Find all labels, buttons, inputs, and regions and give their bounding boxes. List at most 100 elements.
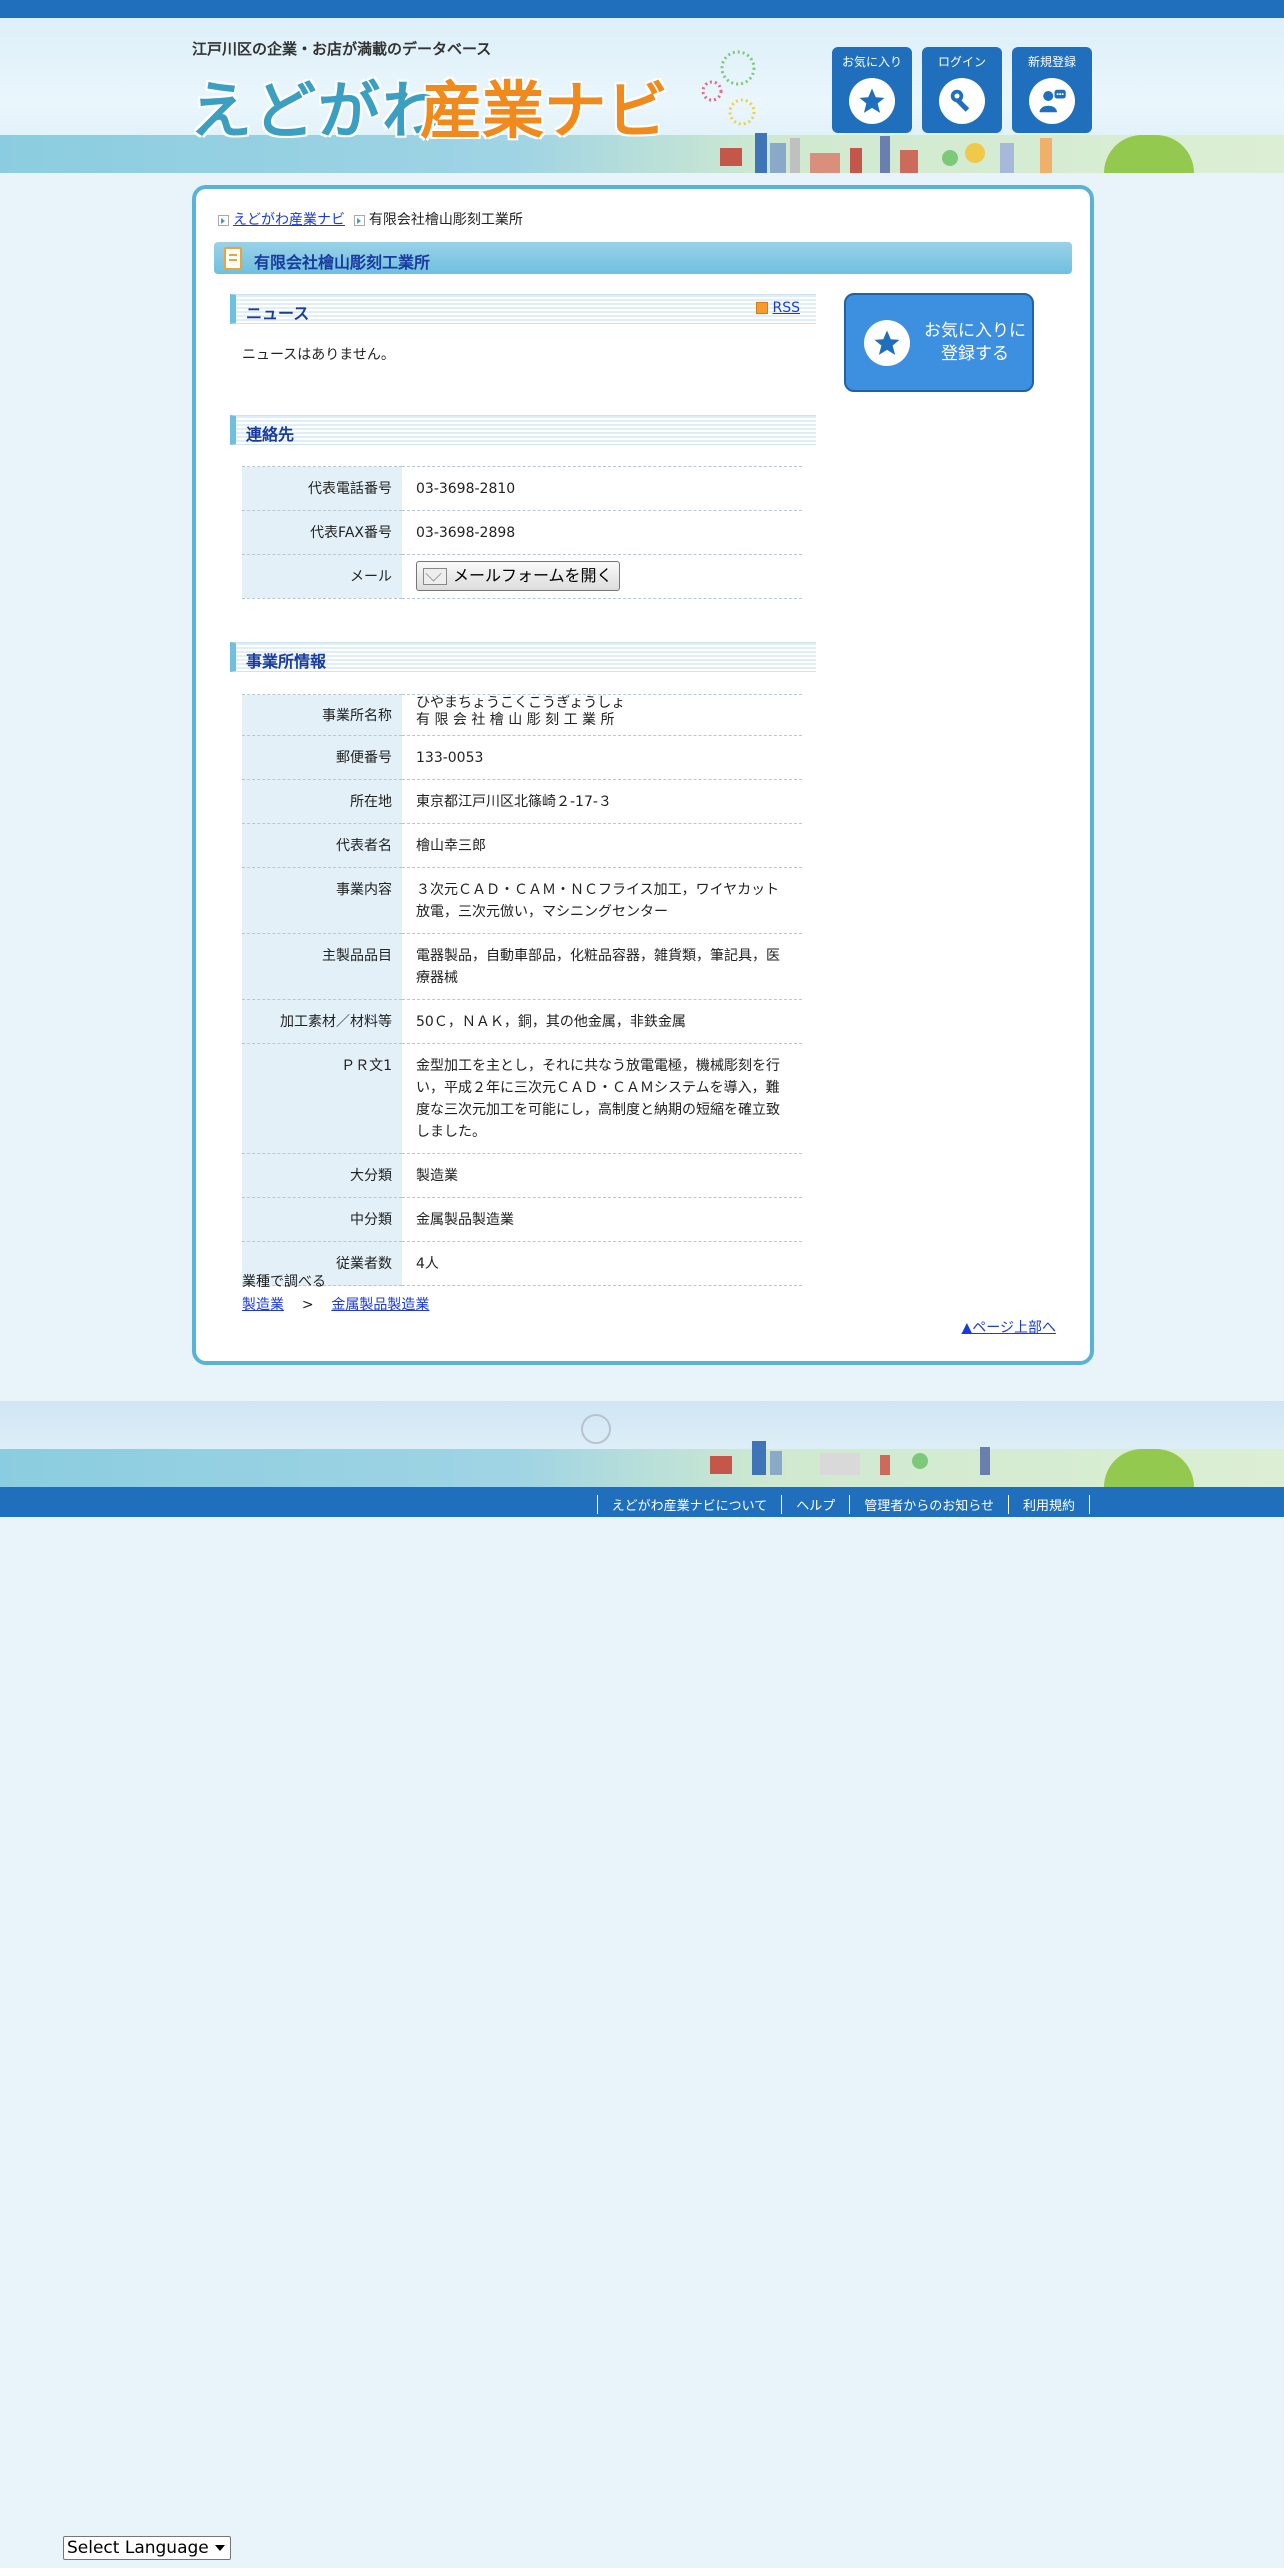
mail-cell: メールフォームを開く <box>402 554 802 599</box>
footer-link-terms[interactable]: 利用規約 <box>1007 1495 1090 1514</box>
breadcrumb-arrow-icon <box>353 214 365 226</box>
document-icon <box>224 247 242 270</box>
table-row: 代表FAX番号 03-3698-2898 <box>242 510 802 555</box>
table-row: 所在地 東京都江戸川区北篠崎２-17-３ <box>242 779 802 824</box>
footer-bar: えどがわ産業ナビについて ヘルプ 管理者からのお知らせ 利用規約 <box>0 1487 1284 1517</box>
table-row: メール メールフォームを開く <box>242 554 802 599</box>
industry-path: 製造業 > 金属製品製造業 <box>242 1294 429 1317</box>
table-row: 事業所名称 ひやまちょうこくこうぎょうしょ 有 限 会 社 檜 山 彫 刻 工 … <box>242 694 802 736</box>
row-label: 事業所名称 <box>242 694 402 736</box>
table-row: 代表電話番号 03-3698-2810 <box>242 466 802 511</box>
breadcrumb-arrow-icon <box>218 214 229 226</box>
office-heading: 事業所情報 <box>246 652 327 671</box>
table-row: 代表者名 檜山幸三郎 <box>242 823 802 868</box>
add-favorite-button[interactable]: お気に入りに 登録する <box>844 293 1034 392</box>
row-label: メール <box>242 554 402 599</box>
favorites-button[interactable]: お気に入り <box>832 47 912 133</box>
user-add-icon <box>1029 78 1075 124</box>
row-value: 檜山幸三郎 <box>402 823 802 868</box>
row-value: 東京都江戸川区北篠崎２-17-３ <box>402 779 802 824</box>
language-select-value: Select Language <box>67 2538 209 2558</box>
table-row: 中分類 金属製品製造業 <box>242 1197 802 1242</box>
breadcrumb: えどがわ産業ナビ 有限会社檜山彫刻工業所 <box>218 209 523 229</box>
row-value: 50Ｃ，ＮＡＫ，銅，其の他金属，非鉄金属 <box>402 999 802 1044</box>
footer-links: えどがわ産業ナビについて ヘルプ 管理者からのお知らせ 利用規約 <box>596 1495 1090 1514</box>
row-label: 郵便番号 <box>242 735 402 780</box>
row-label: 所在地 <box>242 779 402 824</box>
row-value: ３次元ＣＡＤ・ＣＡＭ・ＮＣフライス加工，ワイヤカット放電，三次元倣い，マシニング… <box>402 867 802 934</box>
row-value: 金属製品製造業 <box>402 1197 802 1242</box>
row-label: 中分類 <box>242 1197 402 1242</box>
row-label: 主製品品目 <box>242 933 402 1000</box>
footer-cityscape-illustration <box>581 1414 990 1475</box>
row-label: ＰＲ文1 <box>242 1043 402 1154</box>
key-icon <box>939 78 985 124</box>
table-row: 加工素材／材料等 50Ｃ，ＮＡＫ，銅，其の他金属，非鉄金属 <box>242 999 802 1044</box>
table-row: 事業内容 ３次元ＣＡＤ・ＣＡＭ・ＮＣフライス加工，ワイヤカット放電，三次元倣い，… <box>242 867 802 934</box>
rss-link[interactable]: RSS <box>772 300 800 316</box>
logo-kanji: 産業ナビ <box>420 74 669 147</box>
contact-section-heading: 連絡先 <box>230 415 816 445</box>
row-label: 加工素材／材料等 <box>242 999 402 1044</box>
login-button-label: ログイン <box>937 55 986 69</box>
industry-search-label: 業種で調べる <box>242 1274 326 1290</box>
main-content-panel: えどがわ産業ナビ 有限会社檜山彫刻工業所 有限会社檜山彫刻工業所 ニュース RS… <box>192 185 1094 1365</box>
row-label: 大分類 <box>242 1153 402 1198</box>
logo-hiragana: えどがわ <box>190 74 447 147</box>
footer-link-about[interactable]: えどがわ産業ナビについて <box>596 1495 782 1514</box>
star-icon <box>864 320 910 366</box>
contact-table: 代表電話番号 03-3698-2810 代表FAX番号 03-3698-2898… <box>242 466 802 599</box>
open-mail-form-button[interactable]: メールフォームを開く <box>416 561 620 591</box>
chevron-down-icon <box>215 2545 225 2551</box>
phone-value: 03-3698-2810 <box>402 466 802 511</box>
language-select[interactable]: Select Language <box>63 2536 231 2560</box>
news-empty-text: ニュースはありません。 <box>242 347 395 363</box>
row-value: 電器製品，自動車部品，化粧品容器，雑貨類，筆記具，医療器械 <box>402 933 802 1000</box>
add-favorite-label: お気に入りに 登録する <box>920 320 1030 366</box>
row-label: 代表者名 <box>242 823 402 868</box>
register-button-label: 新規登録 <box>1027 55 1076 69</box>
rss-icon <box>756 302 769 314</box>
fax-value: 03-3698-2898 <box>402 510 802 555</box>
star-icon <box>849 78 895 124</box>
office-table: 事業所名称 ひやまちょうこくこうぎょうしょ 有 限 会 社 檜 山 彫 刻 工 … <box>242 694 802 1286</box>
industry-minor-link[interactable]: 金属製品製造業 <box>331 1297 429 1313</box>
row-label: 代表電話番号 <box>242 466 402 511</box>
site-tagline: 江戸川区の企業・お店が満載のデータベース <box>192 40 492 58</box>
table-row: 大分類 製造業 <box>242 1153 802 1198</box>
open-mail-form-label: メールフォームを開く <box>453 566 613 585</box>
row-value: 金型加工を主とし，それに共なう放電電極，機械彫刻を行い，平成２年に三次元ＣＡＤ・… <box>402 1043 802 1154</box>
footer-link-help[interactable]: ヘルプ <box>781 1495 849 1514</box>
news-heading: ニュース <box>246 304 310 323</box>
site-header: 江戸川区の企業・お店が満載のデータベース えどがわ 産業ナビ お気に入り ログイ… <box>0 18 1284 173</box>
register-button[interactable]: 新規登録 <box>1012 47 1092 133</box>
add-favorite-line2: 登録する <box>941 344 1009 364</box>
top-bar <box>0 0 1284 18</box>
footer-scenery <box>0 1401 1284 1487</box>
office-name-ruby: ひやまちょうこくこうぎょうしょ <box>416 695 626 711</box>
footer-link-notices[interactable]: 管理者からのお知らせ <box>849 1495 1008 1514</box>
office-name-cell: ひやまちょうこくこうぎょうしょ 有 限 会 社 檜 山 彫 刻 工 業 所 <box>402 694 802 736</box>
office-section-heading: 事業所情報 <box>230 642 816 672</box>
row-value: 製造業 <box>402 1153 802 1198</box>
login-button[interactable]: ログイン <box>922 47 1002 133</box>
row-value: 133-0053 <box>402 735 802 780</box>
page-title-bar: 有限会社檜山彫刻工業所 <box>214 242 1072 274</box>
industry-major-link[interactable]: 製造業 <box>242 1297 284 1313</box>
rss-link-wrapper: RSS <box>756 300 800 316</box>
table-row: ＰＲ文1 金型加工を主とし，それに共なう放電電極，機械彫刻を行い，平成２年に三次… <box>242 1043 802 1154</box>
breadcrumb-home-link[interactable]: えどがわ産業ナビ <box>233 212 345 228</box>
envelope-icon <box>423 567 447 585</box>
news-section-heading: ニュース RSS <box>230 294 816 324</box>
row-value: 4人 <box>402 1241 802 1286</box>
office-name-value: 有 限 会 社 檜 山 彫 刻 工 業 所 <box>416 712 615 728</box>
page-title: 有限会社檜山彫刻工業所 <box>254 253 431 272</box>
contact-heading: 連絡先 <box>246 425 295 444</box>
favorites-button-label: お気に入り <box>841 55 902 69</box>
page-top-link[interactable]: ▲ページ上部へ <box>962 1317 1057 1337</box>
breadcrumb-current: 有限会社檜山彫刻工業所 <box>368 212 523 228</box>
table-row: 郵便番号 133-0053 <box>242 735 802 780</box>
row-label: 事業内容 <box>242 867 402 934</box>
industry-separator: > <box>301 1297 314 1313</box>
row-label: 代表FAX番号 <box>242 510 402 555</box>
